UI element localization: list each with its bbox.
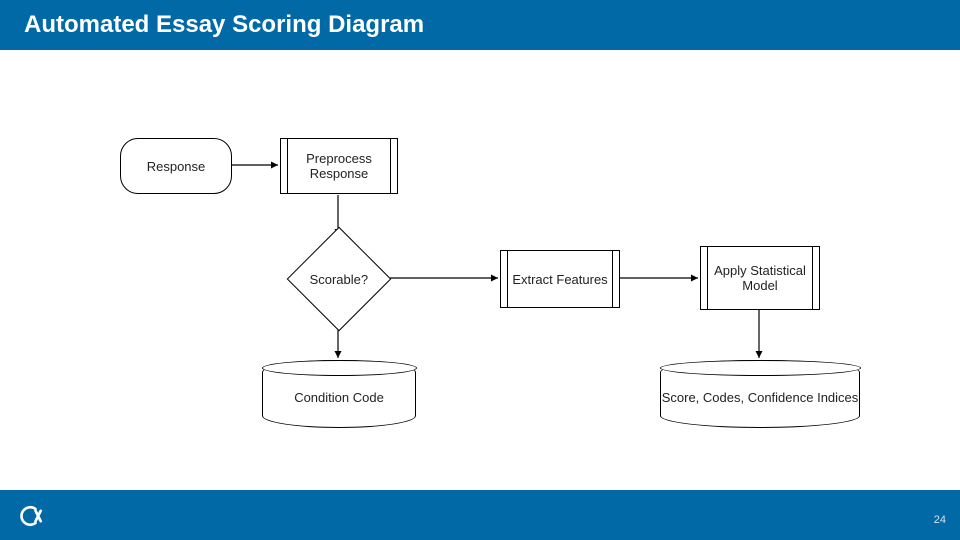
node-extract-features: Extract Features: [500, 250, 620, 308]
diagram-canvas: Response Preprocess Response Scorable? C…: [0, 50, 960, 490]
node-response: Response: [120, 138, 232, 194]
node-preprocess: Preprocess Response: [280, 138, 398, 194]
node-output-label: Score, Codes, Confidence Indices: [662, 384, 859, 405]
node-extract-label: Extract Features: [512, 272, 607, 287]
node-scorable: Scorable?: [287, 227, 392, 332]
node-condition-code: Condition Code: [262, 360, 416, 428]
brand-logo-icon: [18, 502, 46, 530]
node-output: Score, Codes, Confidence Indices: [660, 360, 860, 428]
page-number: 24: [934, 514, 946, 526]
node-scorable-label: Scorable?: [310, 271, 369, 286]
node-apply-model: Apply Statistical Model: [700, 246, 820, 310]
node-preprocess-label: Preprocess Response: [281, 151, 397, 181]
title-bar: Automated Essay Scoring Diagram: [0, 0, 960, 50]
node-condition-label: Condition Code: [294, 384, 384, 405]
page-title: Automated Essay Scoring Diagram: [24, 11, 424, 39]
node-response-label: Response: [147, 159, 206, 174]
node-apply-label: Apply Statistical Model: [701, 263, 819, 293]
footer-bar: 24: [0, 490, 960, 540]
